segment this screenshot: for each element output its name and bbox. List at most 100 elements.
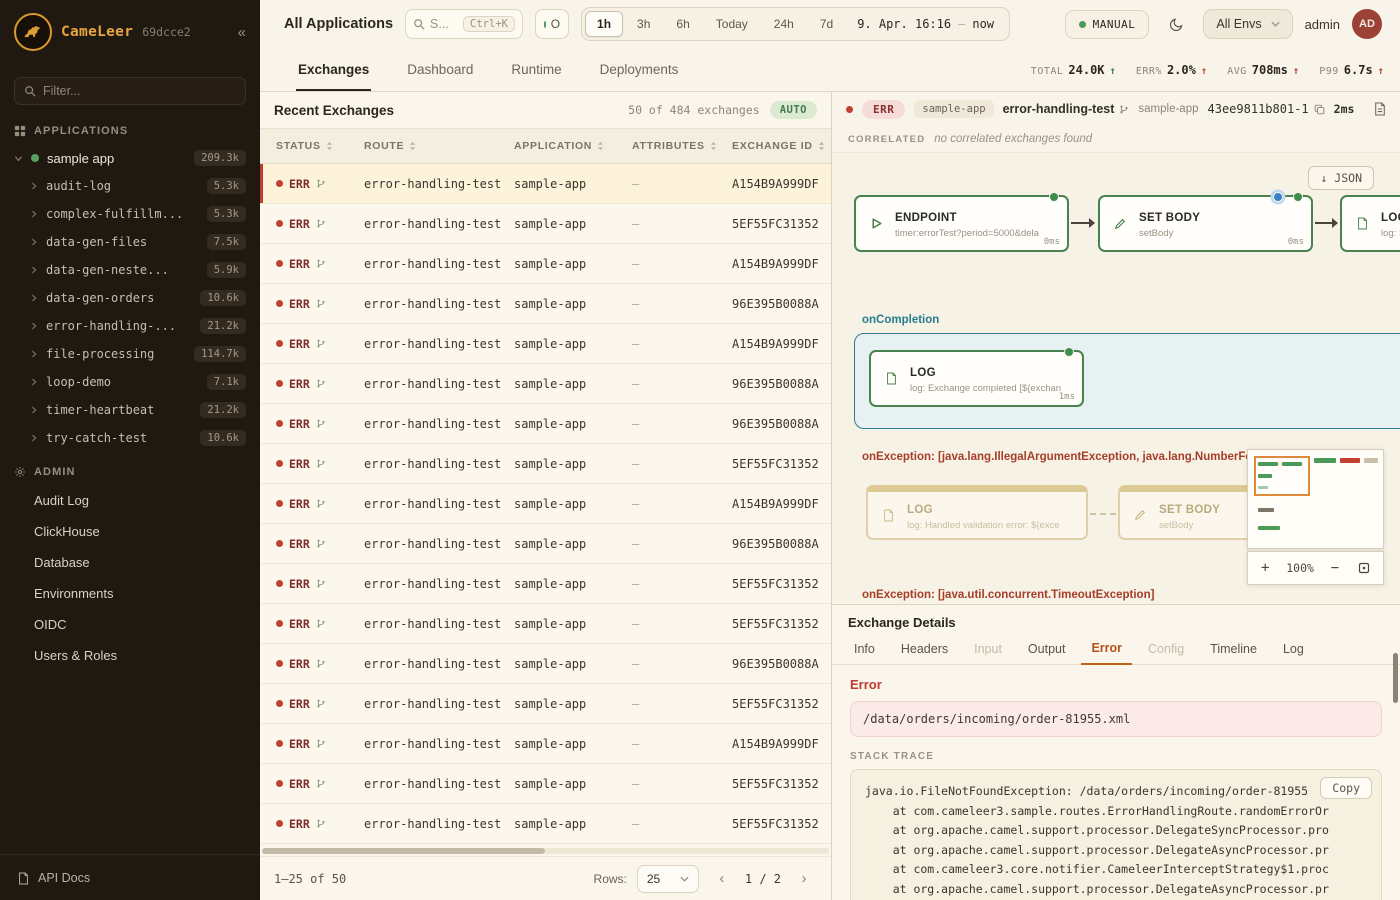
exchange-id-cell: 96E395B0088A: [732, 657, 831, 671]
exchange-row[interactable]: ERRerror-handling-testsample-app—A154B9A…: [260, 484, 831, 524]
sidebar-route-error-handling[interactable]: error-handling-...21.2k: [0, 312, 260, 340]
exchange-row[interactable]: ERRerror-handling-testsample-app—A154B9A…: [260, 244, 831, 284]
exchange-row[interactable]: ERRerror-handling-testsample-app—96E395B…: [260, 404, 831, 444]
sidebar-route-audit-log[interactable]: audit-log5.3k: [0, 172, 260, 200]
vertical-scrollbar-thumb[interactable]: [1393, 653, 1398, 703]
tab-dashboard[interactable]: Dashboard: [405, 48, 475, 91]
sidebar-collapse-button[interactable]: «: [238, 24, 246, 41]
tab-deployments[interactable]: Deployments: [598, 48, 681, 91]
zoom-out-button[interactable]: −: [1329, 560, 1341, 576]
download-json-button[interactable]: ↓ JSON: [1308, 166, 1374, 190]
sidebar-route-data-gen-neste[interactable]: data-gen-neste...5.9k: [0, 256, 260, 284]
sidebar-admin-audit-log[interactable]: Audit Log: [0, 485, 260, 516]
flow-node-setbody[interactable]: SET BODYsetBody 0ms: [1098, 195, 1313, 252]
sidebar-filter[interactable]: [14, 77, 246, 105]
horizontal-scrollbar[interactable]: [260, 846, 831, 856]
view-log-icon[interactable]: [1374, 102, 1386, 116]
sidebar-route-data-gen-files[interactable]: data-gen-files7.5k: [0, 228, 260, 256]
sidebar-app-sample-app[interactable]: sample app 209.3k: [0, 144, 260, 172]
zoom-fit-button[interactable]: [1356, 560, 1372, 576]
environment-select[interactable]: All Envs: [1203, 9, 1292, 39]
exchange-row[interactable]: ERRerror-handling-testsample-app—A154B9A…: [260, 724, 831, 764]
exchange-row[interactable]: ERRerror-handling-testsample-app—96E395B…: [260, 364, 831, 404]
flow-node-log[interactable]: LOGlog: Sta: [1340, 195, 1400, 252]
stack-trace-line: at org.apache.camel.support.processor.De…: [865, 880, 1367, 900]
exchange-row[interactable]: ERRerror-handling-testsample-app—5EF55FC…: [260, 684, 831, 724]
sidebar-admin-clickhouse[interactable]: ClickHouse: [0, 516, 260, 547]
details-tab-timeline[interactable]: Timeline: [1200, 635, 1267, 665]
global-search[interactable]: Ctrl+K: [405, 9, 523, 39]
date-range[interactable]: 9. Apr. 16:16 — now: [845, 17, 1006, 31]
time-range-7d[interactable]: 7d: [808, 11, 845, 37]
exchange-row[interactable]: ERRerror-handling-testsample-app—A154B9A…: [260, 324, 831, 364]
route-flow-canvas[interactable]: ↓ JSON ENDPOINTtimer:errorTest?period=50…: [832, 152, 1400, 604]
tab-exchanges[interactable]: Exchanges: [296, 48, 371, 91]
time-range-6h[interactable]: 6h: [664, 11, 701, 37]
dark-mode-toggle[interactable]: [1161, 9, 1191, 39]
exchange-row[interactable]: ERRerror-handling-testsample-app—5EF55FC…: [260, 204, 831, 244]
next-page-button[interactable]: ›: [791, 866, 817, 892]
error-dot: [276, 380, 283, 387]
time-range-3h[interactable]: 3h: [625, 11, 662, 37]
exchange-row[interactable]: ERRerror-handling-testsample-app—5EF55FC…: [260, 444, 831, 484]
column-header-exchange-id[interactable]: EXCHANGE ID: [732, 140, 831, 152]
pencil-icon: [1129, 509, 1151, 521]
route-name[interactable]: error-handling-test: [1003, 102, 1130, 116]
chevron-down-icon: [1271, 21, 1280, 27]
exchange-row[interactable]: ERRerror-handling-testsample-app—5EF55FC…: [260, 804, 831, 844]
search-input[interactable]: [430, 17, 458, 31]
sidebar-route-timer-heartbeat[interactable]: timer-heartbeat21.2k: [0, 396, 260, 424]
details-tab-headers[interactable]: Headers: [891, 635, 958, 665]
flow-node-exception-log[interactable]: LOGlog: Handled validation error: ${exce: [866, 485, 1088, 540]
details-tab-output[interactable]: Output: [1018, 635, 1076, 665]
prev-page-button[interactable]: ‹: [709, 866, 735, 892]
exchange-row[interactable]: ERRerror-handling-testsample-app—96E395B…: [260, 524, 831, 564]
manual-refresh-button[interactable]: MANUAL: [1065, 10, 1150, 39]
exchange-id-cell: A154B9A999DF: [732, 257, 831, 271]
details-tab-log[interactable]: Log: [1273, 635, 1314, 665]
time-range-1h[interactable]: 1h: [585, 11, 623, 37]
rows-per-page-select[interactable]: 25: [637, 865, 699, 893]
scrollbar-thumb[interactable]: [262, 848, 545, 854]
sidebar-admin-database[interactable]: Database: [0, 547, 260, 578]
sidebar-admin-oidc[interactable]: OIDC: [0, 609, 260, 640]
sidebar-route-file-processing[interactable]: file-processing114.7k: [0, 340, 260, 368]
details-body: Error /data/orders/incoming/order-81955.…: [832, 665, 1400, 900]
live-status-pill[interactable]: O: [535, 9, 569, 39]
sidebar-admin-environments[interactable]: Environments: [0, 578, 260, 609]
sidebar-route-try-catch-test[interactable]: try-catch-test10.6k: [0, 424, 260, 452]
sidebar-route-complex-fulfillm[interactable]: complex-fulfillm...5.3k: [0, 200, 260, 228]
details-tab-error[interactable]: Error: [1081, 635, 1132, 665]
exchange-row[interactable]: ERRerror-handling-testsample-app—96E395B…: [260, 644, 831, 684]
time-range-24h[interactable]: 24h: [762, 11, 806, 37]
sidebar-route-data-gen-orders[interactable]: data-gen-orders10.6k: [0, 284, 260, 312]
sidebar-admin-users-roles[interactable]: Users & Roles: [0, 640, 260, 671]
exchange-row[interactable]: ERRerror-handling-testsample-app—96E395B…: [260, 284, 831, 324]
column-header-route[interactable]: ROUTE: [364, 140, 514, 152]
route-count-badge: 21.2k: [200, 402, 246, 418]
tab-runtime[interactable]: Runtime: [509, 48, 563, 91]
sidebar-route-loop-demo[interactable]: loop-demo7.1k: [0, 368, 260, 396]
branch-icon: [316, 578, 326, 589]
copy-stack-button[interactable]: Copy: [1320, 777, 1372, 799]
copy-icon[interactable]: [1314, 104, 1325, 115]
flow-node-endpoint[interactable]: ENDPOINTtimer:errorTest?period=5000&dela…: [854, 195, 1069, 252]
column-header-application[interactable]: APPLICATION: [514, 140, 632, 152]
flow-minimap[interactable]: [1247, 449, 1384, 549]
time-range-today[interactable]: Today: [704, 11, 760, 37]
api-docs-link[interactable]: API Docs: [0, 854, 260, 900]
exchange-row[interactable]: ERRerror-handling-testsample-app—A154B9A…: [260, 164, 831, 204]
flow-node-completion-log[interactable]: LOGlog: Exchange completed [${exchan 1ms: [869, 350, 1084, 407]
auto-refresh-badge[interactable]: AUTO: [770, 101, 817, 119]
column-header-attributes[interactable]: ATTRIBUTES: [632, 140, 732, 152]
exchange-row[interactable]: ERRerror-handling-testsample-app—5EF55FC…: [260, 604, 831, 644]
exchange-row[interactable]: ERRerror-handling-testsample-app—5EF55FC…: [260, 764, 831, 804]
column-header-status[interactable]: STATUS: [276, 140, 364, 152]
details-tab-info[interactable]: Info: [844, 635, 885, 665]
user-avatar[interactable]: AD: [1352, 9, 1382, 39]
zoom-in-button[interactable]: +: [1259, 560, 1271, 576]
exchange-row[interactable]: ERRerror-handling-testsample-app—5EF55FC…: [260, 564, 831, 604]
filter-input[interactable]: [43, 84, 213, 98]
pencil-icon: [1109, 218, 1131, 230]
branch-icon: [316, 658, 326, 669]
